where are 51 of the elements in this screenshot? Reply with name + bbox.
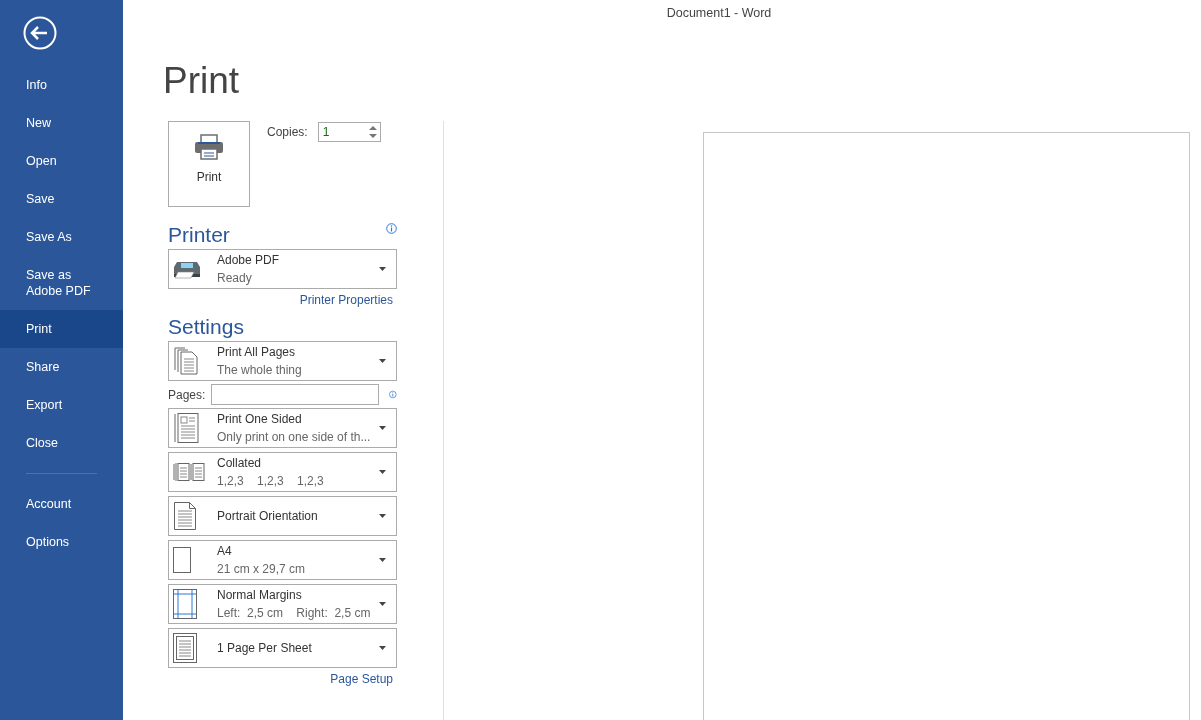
pages-input-field[interactable] (211, 384, 380, 405)
pages-stack-icon (173, 347, 201, 375)
blank-page-icon (173, 547, 191, 573)
margins-page-icon (173, 589, 197, 619)
printer-dropdown[interactable]: Adobe PDF Ready (168, 249, 397, 289)
settings-dropdown[interactable]: A4 21 cm x 29,7 cm (168, 540, 397, 580)
caret-icon (379, 514, 386, 518)
sidebar-item[interactable]: Account (0, 485, 123, 523)
sidebar-item[interactable]: Share (0, 348, 123, 386)
caret-icon (379, 558, 386, 562)
settings-dropdown[interactable]: Print All Pages The whole thing (168, 341, 397, 381)
print-button[interactable]: Print (168, 121, 250, 207)
section-heading: Settings (168, 314, 245, 340)
settings-dropdown[interactable]: Print One Sided Only print on one side of th... (168, 408, 397, 448)
settings-dropdown[interactable]: Normal Margins Left: 2,5 cm Right: 2,5 cm (168, 584, 397, 624)
printer-properties-link[interactable]: Printer Properties (299, 292, 393, 308)
page-setup-link[interactable]: Page Setup (330, 671, 393, 687)
printer-icon (173, 259, 203, 279)
sidebar-item[interactable]: New (0, 104, 123, 142)
sidebar-item[interactable]: Save (0, 180, 123, 218)
caret-icon (379, 602, 386, 606)
one-sided-page-icon (173, 412, 201, 444)
spinner-arrows-icon[interactable] (368, 125, 377, 139)
caret-icon (379, 267, 386, 271)
settings-dropdown[interactable]: Portrait Orientation (168, 496, 397, 536)
printer-icon (194, 134, 224, 160)
settings-dropdown[interactable]: Collated 1,2,3 1,2,3 1,2,3 (168, 452, 397, 492)
sidebar-item[interactable]: Save As (0, 218, 123, 256)
caret-icon (379, 646, 386, 650)
section-heading: Printer (168, 222, 230, 248)
sidebar-item[interactable]: Save as Adobe PDF (0, 256, 123, 310)
page-title: Print (163, 59, 241, 103)
info-icon[interactable] (386, 223, 397, 234)
caret-icon (379, 426, 386, 430)
sidebar-item[interactable]: Options (0, 523, 123, 561)
collated-pages-icon (173, 461, 207, 483)
window-title: Document1 - Word (666, 5, 772, 20)
sidebar-item[interactable]: Open (0, 142, 123, 180)
sidebar-item[interactable]: Export (0, 386, 123, 424)
portrait-page-icon (173, 501, 197, 531)
settings-dropdown[interactable]: 1 Page Per Sheet (168, 628, 397, 668)
copies-spinner[interactable]: 1 (317, 122, 381, 142)
sidebar-item[interactable]: Info (0, 66, 123, 104)
info-icon[interactable] (389, 389, 397, 400)
copies-label: Copies: (267, 124, 308, 141)
single-page-icon (173, 633, 197, 663)
sidebar-item[interactable]: Print (0, 310, 123, 348)
sidebar-item[interactable]: Close (0, 424, 123, 462)
pages-label: Pages: (168, 386, 206, 404)
caret-icon (379, 470, 386, 474)
caret-icon (379, 359, 386, 363)
